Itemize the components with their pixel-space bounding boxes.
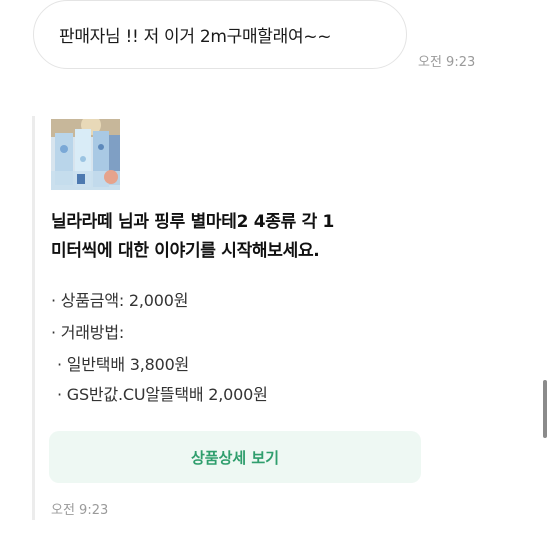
card-left-border (32, 116, 35, 520)
message-bubble: 판매자님 !! 저 이거 2m구매할래여~~ (33, 0, 407, 69)
scrollbar-thumb[interactable] (543, 380, 547, 438)
card-title-line-2: 미터씩에 대한 이야기를 시작해보세요. (51, 241, 320, 261)
message-timestamp: 오전 9:23 (418, 55, 476, 70)
trade-method-option: · 일반택배 3,800원 (57, 355, 190, 374)
price-info: · 상품금액: 2,000원 (51, 291, 189, 310)
washi-tape-rolls-icon (51, 119, 120, 190)
trade-method-label: · 거래방법: (51, 323, 125, 342)
message-text: 판매자님 !! 저 이거 2m구매할래여~~ (59, 27, 332, 47)
card-title: 닐라라떼 님과 핑루 별마테2 4종류 각 1 미터씩에 대한 이야기를 시작해… (51, 208, 391, 266)
trade-method-option: · GS반값.CU알뜰택배 2,000원 (57, 385, 268, 404)
card-title-line-1: 닐라라떼 님과 핑루 별마테2 4종류 각 1 (51, 212, 335, 232)
card-timestamp: 오전 9:23 (51, 503, 109, 518)
product-detail-button[interactable]: 상품상세 보기 (49, 431, 421, 483)
product-thumbnail[interactable] (51, 119, 120, 190)
